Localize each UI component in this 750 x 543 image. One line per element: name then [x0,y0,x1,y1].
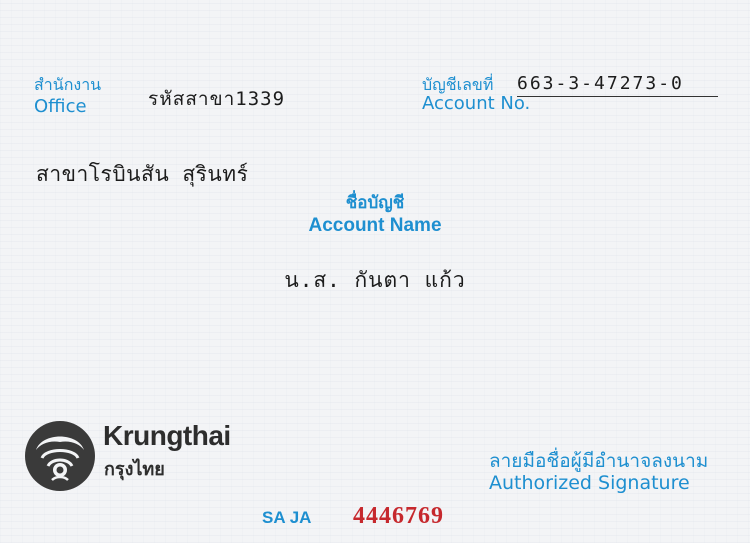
branch-name: สาขาโรบินสัน สุรินทร์ [36,162,249,186]
serial-label: SA JA [262,508,312,527]
passbook-page: สำนักงาน Office รหัสสาขา1339 บัญชีเลขที่… [0,0,750,543]
serial-number: 4446769 [353,503,444,529]
account-no-label-english: Account No. [422,93,531,114]
office-value: รหัสสาขา1339 [148,88,286,110]
account-name-label-thai: ชื่อบัญชี [345,193,405,213]
account-holder-name: น.ส. กันตา แก้ว [284,268,466,292]
brand-name-english: Krungthai [103,420,231,451]
office-label-thai: สำนักงาน [34,75,102,94]
brand-name-thai: กรุงไทย [104,459,165,480]
signature-label-english: Authorized Signature [489,472,690,494]
account-number-value: 663-3-47273-0 [517,73,684,94]
account-name-label-english: Account Name [308,215,442,236]
krungthai-bird-logo-icon [25,421,95,491]
account-number-underline [517,96,718,97]
office-label-english: Office [34,96,87,117]
